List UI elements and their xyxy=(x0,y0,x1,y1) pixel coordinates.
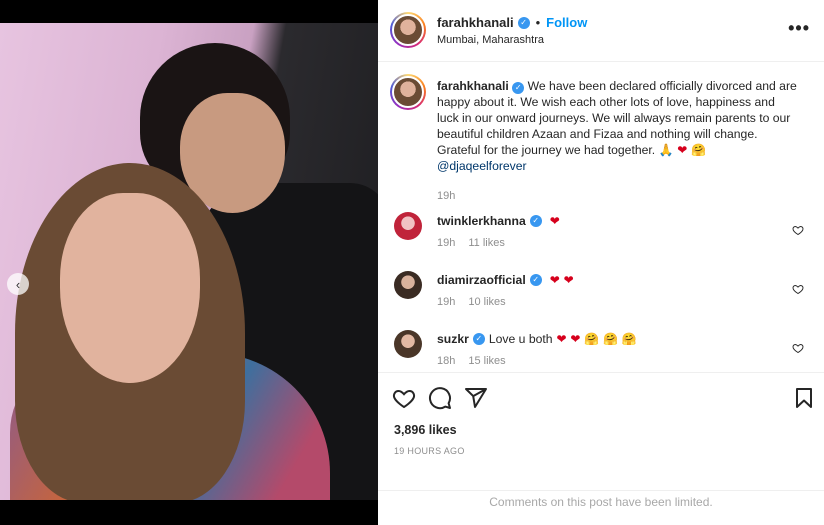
comment-like-heart-icon[interactable] xyxy=(792,342,804,354)
author-line: farahkhanali ✓ • Follow xyxy=(437,15,587,30)
photo-woman-face xyxy=(60,193,200,383)
author-username[interactable]: farahkhanali xyxy=(437,15,514,30)
comment-item: diamirzaofficial ✓ ❤ ❤ 19h 10 likes xyxy=(390,271,810,321)
comment-likes[interactable]: 10 likes xyxy=(468,296,505,308)
comment-emojis: ❤ ❤ xyxy=(549,273,574,287)
verified-badge-icon: ✓ xyxy=(529,274,542,286)
more-options-icon[interactable]: ••• xyxy=(788,18,810,39)
caption-avatar[interactable] xyxy=(390,74,426,110)
comment-like-heart-icon[interactable] xyxy=(792,224,804,236)
comment-avatar[interactable] xyxy=(394,330,422,358)
comment-item: suzkr ✓ Love u both ❤ ❤ 🤗 🤗 🤗 18h 15 lik… xyxy=(390,330,810,372)
comment-emojis: ❤ ❤ 🤗 🤗 🤗 xyxy=(556,332,637,346)
author-avatar[interactable] xyxy=(390,12,426,48)
post-location[interactable]: Mumbai, Maharashtra xyxy=(437,34,544,46)
caption-time[interactable]: 19h xyxy=(437,190,455,202)
comment-likes[interactable]: 11 likes xyxy=(468,237,504,249)
save-bookmark-icon[interactable] xyxy=(792,386,816,410)
separator-dot: • xyxy=(535,15,541,30)
comment-username[interactable]: diamirzaofficial xyxy=(437,273,526,287)
comment-time[interactable]: 19h xyxy=(437,296,455,308)
comments-section[interactable]: farahkhanali ✓ We have been declared off… xyxy=(378,62,824,372)
comment-username[interactable]: suzkr xyxy=(437,332,469,346)
comment-text: Love u both xyxy=(488,332,553,346)
instagram-post-modal: ‹ farahkhanali ✓ • Follow Mumbai, Mahara… xyxy=(0,0,824,525)
caption-text: farahkhanali ✓ We have been declared off… xyxy=(437,78,797,174)
verified-badge-icon: ✓ xyxy=(512,82,525,94)
post-time-ago: 19 HOURS AGO xyxy=(394,446,465,456)
post-header: farahkhanali ✓ • Follow Mumbai, Maharash… xyxy=(378,0,824,62)
verified-badge-icon: ✓ xyxy=(529,215,542,227)
comment-body: diamirzaofficial ✓ ❤ ❤ xyxy=(437,273,574,287)
post-actions: 3,896 likes 19 HOURS AGO xyxy=(378,372,824,500)
comment-icon[interactable] xyxy=(428,386,452,410)
comment-meta: 19h 11 likes xyxy=(437,237,505,249)
caption-username[interactable]: farahkhanali xyxy=(437,79,509,93)
share-send-icon[interactable] xyxy=(464,386,488,410)
verified-badge-icon: ✓ xyxy=(472,333,485,345)
post-likes-count[interactable]: 3,896 likes xyxy=(394,423,457,437)
follow-button[interactable]: Follow xyxy=(546,15,587,30)
comment-username[interactable]: twinklerkhanna xyxy=(437,214,526,228)
comments-limited-notice: Comments on this post have been limited. xyxy=(378,490,824,525)
like-heart-icon[interactable] xyxy=(392,386,416,410)
comment-body: suzkr ✓ Love u both ❤ ❤ 🤗 🤗 🤗 xyxy=(437,332,637,346)
carousel-prev-button[interactable]: ‹ xyxy=(7,273,29,295)
verified-badge-icon: ✓ xyxy=(517,16,530,29)
comment-time[interactable]: 18h xyxy=(437,355,455,367)
comment-time[interactable]: 19h xyxy=(437,237,455,249)
chevron-left-icon: ‹ xyxy=(15,276,21,292)
comment-body: twinklerkhanna ✓ ❤ xyxy=(437,214,560,228)
comment-meta: 19h 10 likes xyxy=(437,296,506,308)
comment-likes[interactable]: 15 likes xyxy=(468,355,505,367)
comment-emojis: ❤ xyxy=(549,214,560,228)
caption-emojis: 🙏 ❤ 🤗 xyxy=(658,143,707,157)
post-side-panel: farahkhanali ✓ • Follow Mumbai, Maharash… xyxy=(378,0,824,525)
comment-item: twinklerkhanna ✓ ❤ 19h 11 likes xyxy=(390,212,810,262)
post-photo[interactable]: ‹ xyxy=(0,23,378,500)
comment-avatar[interactable] xyxy=(394,212,422,240)
comment-like-heart-icon[interactable] xyxy=(792,283,804,295)
comment-avatar[interactable] xyxy=(394,271,422,299)
comment-meta: 18h 15 likes xyxy=(437,355,506,367)
caption-mention[interactable]: @djaqeelforever xyxy=(437,159,527,173)
